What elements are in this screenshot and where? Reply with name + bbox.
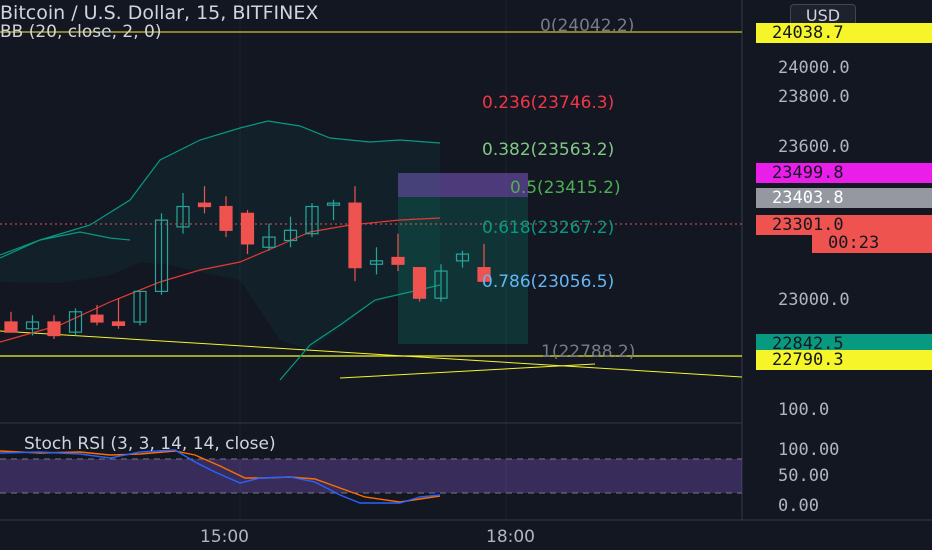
candle <box>68 308 83 336</box>
candle <box>133 290 147 326</box>
price-axis-tick: 100.00 <box>778 440 840 460</box>
price-label-tag: 24038.7 <box>756 23 932 43</box>
price-axis-tick: 23600.0 <box>778 137 850 157</box>
fib-level-label: 0.236(23746.3) <box>482 93 615 113</box>
fib-level-label: 0(24042.2) <box>540 16 635 36</box>
bb-legend[interactable]: BB (20, close, 2, 0) <box>0 22 161 42</box>
stoch-rsi-pane <box>0 449 742 504</box>
price-label-tag: 22790.3 <box>756 350 932 370</box>
candle-body <box>4 321 18 333</box>
fib-level-label: 0.5(23415.2) <box>510 178 621 198</box>
fib-level-label: 0.786(23056.5) <box>482 272 615 292</box>
candle-body <box>240 212 255 245</box>
candle-body <box>90 314 104 323</box>
price-axis-tick: 24000.0 <box>778 58 850 78</box>
price-label-tag: 00:23 <box>812 233 932 253</box>
candle-body <box>219 205 233 231</box>
price-axis-tick: 100.0 <box>778 400 830 420</box>
price-axis-tick: 23800.0 <box>778 87 850 107</box>
price-axis-tick: 23000.0 <box>778 290 850 310</box>
candle <box>47 315 61 339</box>
bb-fill <box>0 121 440 350</box>
candle <box>111 298 126 329</box>
stoch-rsi-legend[interactable]: Stoch RSI (3, 3, 14, 14, close) <box>24 434 276 454</box>
fib-level-label: 1(22788.2) <box>541 342 636 362</box>
candle-body <box>348 202 362 269</box>
time-tick: 18:00 <box>486 527 535 547</box>
bollinger-bands <box>0 120 441 381</box>
candle-body <box>197 202 212 208</box>
candle <box>412 267 427 302</box>
price-label-tag: 23403.8 <box>756 188 932 208</box>
price-axis-tick: 0.00 <box>778 496 819 516</box>
candle-body <box>47 321 61 337</box>
symbol-title[interactable]: Bitcoin / U.S. Dollar, 15, BITFINEX <box>0 2 318 24</box>
candle <box>90 304 104 326</box>
fib-level-label: 0.382(23563.2) <box>482 140 615 160</box>
candle-body <box>111 321 126 326</box>
time-tick: 15:00 <box>200 527 249 547</box>
price-axis-tick: 50.00 <box>778 466 830 486</box>
candle-body <box>412 267 427 299</box>
candle-body <box>391 256 405 265</box>
price-label-tag: 23301.0 <box>756 215 932 235</box>
candle <box>4 311 18 333</box>
fib-level-label: 0.618(23267.2) <box>482 218 615 238</box>
trend-line <box>339 363 596 379</box>
stoch-band-fill <box>0 459 742 493</box>
price-label-tag: 23499.8 <box>756 163 932 183</box>
